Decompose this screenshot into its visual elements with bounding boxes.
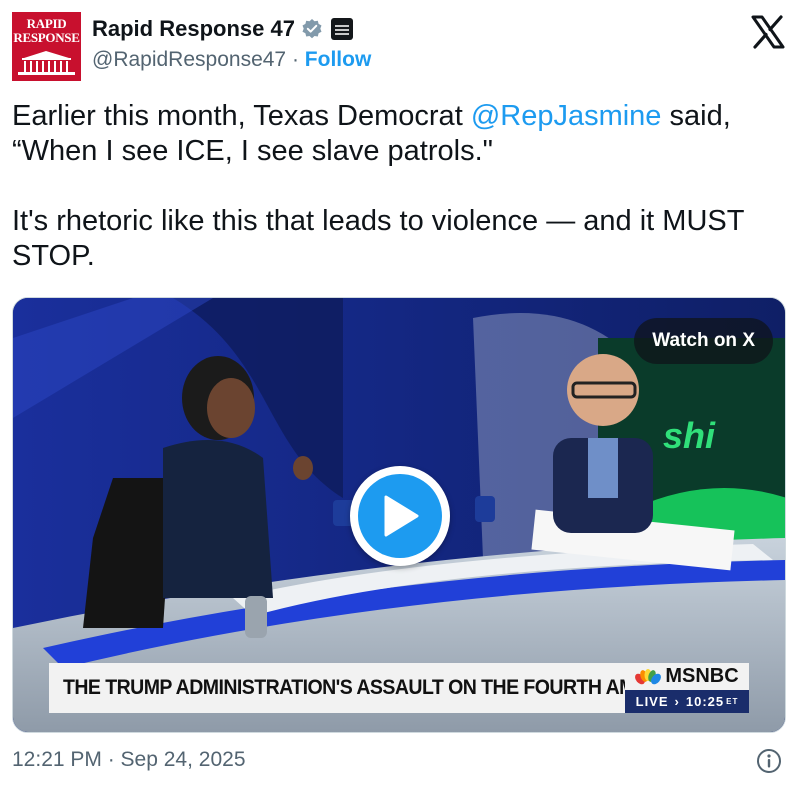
- tweet-text: Earlier this month, Texas Democrat @RepJ…: [12, 99, 792, 274]
- network-logo: MSNBC: [625, 663, 749, 690]
- play-button[interactable]: [350, 466, 450, 566]
- play-icon: [384, 495, 419, 537]
- video-player[interactable]: shi Watch on X THE TRUMP ADMINISTRATION'…: [12, 297, 786, 733]
- network-name: MSNBC: [665, 665, 739, 687]
- white-house-icon: [18, 51, 75, 75]
- backdrop-text: shi: [663, 415, 716, 456]
- live-time: 10:25: [685, 694, 725, 709]
- avatar-text: RAPID: [26, 16, 67, 31]
- peacock-icon: [635, 668, 662, 684]
- x-logo-icon[interactable]: [750, 14, 786, 50]
- news-chyron: THE TRUMP ADMINISTRATION'S ASSAULT ON TH…: [49, 663, 728, 713]
- handle-row: @RapidResponse47 · Follow: [92, 48, 371, 72]
- live-arrow: ›: [674, 694, 680, 709]
- tweet-paragraph: Earlier this month, Texas Democrat @RepJ…: [12, 99, 792, 169]
- mention-link[interactable]: @RepJasmine: [471, 100, 662, 132]
- info-icon[interactable]: [756, 748, 782, 774]
- affiliate-badge-icon[interactable]: [330, 18, 353, 40]
- live-label: LIVE: [635, 694, 669, 709]
- tweet-paragraph: It's rhetoric like this that leads to vi…: [12, 205, 744, 272]
- avatar-text: RESPONSE: [13, 30, 80, 45]
- tweet-timestamp[interactable]: 12:21 PM · Sep 24, 2025: [12, 748, 246, 772]
- separator: ·: [291, 48, 299, 71]
- verified-badge-icon[interactable]: [301, 18, 323, 40]
- author-name-row: Rapid Response 47: [92, 14, 353, 44]
- watch-on-x-button[interactable]: Watch on X: [634, 318, 773, 364]
- author-name[interactable]: Rapid Response 47: [92, 16, 295, 42]
- live-timezone: ET: [726, 697, 739, 706]
- live-indicator: LIVE › 10:25 ET: [625, 690, 749, 713]
- tweet-text-segment: Earlier this month, Texas Democrat: [12, 100, 471, 132]
- avatar[interactable]: RAPID RESPONSE: [12, 12, 81, 81]
- author-handle[interactable]: @RapidResponse47: [92, 48, 286, 71]
- follow-button[interactable]: Follow: [305, 48, 372, 71]
